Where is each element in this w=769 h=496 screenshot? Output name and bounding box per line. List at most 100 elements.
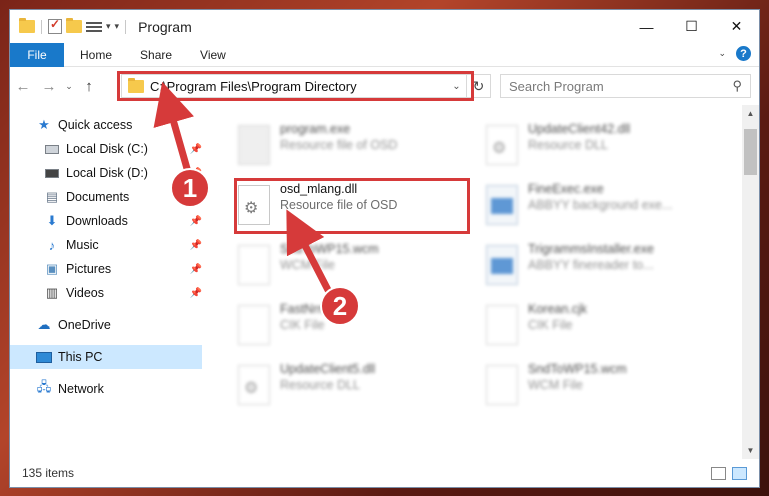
sidebar-item-onedrive[interactable]: ☁ OneDrive <box>10 313 206 337</box>
download-icon: ⬇ <box>46 213 58 228</box>
network-icon: 🖧 <box>36 379 52 394</box>
customize-toolbar-icon[interactable]: ▾ <box>115 21 120 32</box>
file-type: CIK File <box>280 318 325 332</box>
view-switcher <box>711 467 747 480</box>
file-item[interactable]: ⚙ UpdateClient42.dll Resource DLL <box>486 121 716 173</box>
window-controls: — ☐ ✕ <box>624 10 759 43</box>
file-name: FineExec.exe <box>528 182 604 196</box>
up-button[interactable]: ↑ <box>76 78 102 95</box>
title-bar: ▾ ▾ Program — ☐ ✕ <box>10 10 759 43</box>
file-icon <box>486 305 518 345</box>
file-item[interactable]: TrigrammsInstaller.exe ABBYY finereader t… <box>486 241 716 293</box>
search-input[interactable]: Search Program ⚲ <box>500 74 751 98</box>
documents-icon: ▤ <box>45 189 59 204</box>
tab-share[interactable]: Share <box>126 43 186 67</box>
file-item[interactable]: SndToWP15.wcm WCM File <box>486 361 716 413</box>
file-type: ABBYY finereader to... <box>528 258 654 272</box>
file-icon <box>486 365 518 405</box>
file-name: SndToWP15.wcm <box>280 242 379 256</box>
step-2-callout: 2 <box>320 286 360 326</box>
properties-check-icon[interactable] <box>48 17 62 34</box>
navigation-pane: ★ Quick access Local Disk (C:) 📌 Local D… <box>10 105 206 459</box>
drive-icon <box>44 142 60 156</box>
file-type: WCM File <box>528 378 583 392</box>
pin-icon[interactable]: 📌 <box>190 144 202 155</box>
body-area: ★ Quick access Local Disk (C:) 📌 Local D… <box>10 105 759 459</box>
chevron-down-icon[interactable]: ▾ <box>106 21 111 32</box>
pin-icon[interactable]: 📌 <box>190 288 202 299</box>
dll-file-icon: ⚙ <box>238 365 270 405</box>
help-icon[interactable]: ? <box>736 46 751 61</box>
file-name: program.exe <box>280 122 351 136</box>
scroll-up-icon[interactable]: ▲ <box>742 109 759 118</box>
sidebar-item-quick-access[interactable]: ★ Quick access <box>10 113 206 137</box>
close-button[interactable]: ✕ <box>714 10 759 43</box>
forward-button[interactable]: → <box>36 78 62 95</box>
window-title: Program <box>138 18 192 35</box>
divider <box>41 19 42 34</box>
file-name: Korean.cjk <box>528 302 588 316</box>
step-1-callout: 1 <box>170 168 210 208</box>
pin-icon[interactable]: 📌 <box>190 240 202 251</box>
sidebar-item-label: Videos <box>66 286 104 300</box>
pin-icon[interactable]: 📌 <box>190 264 202 275</box>
file-icon <box>238 305 270 345</box>
pictures-icon: ▣ <box>45 261 59 276</box>
new-folder-icon[interactable] <box>66 18 82 33</box>
back-button[interactable]: ← <box>10 78 36 95</box>
computer-icon <box>36 350 52 364</box>
sidebar-item-videos[interactable]: ▥ Videos 📌 <box>10 281 206 305</box>
expand-ribbon-icon[interactable]: ⌄ <box>718 48 726 59</box>
file-name: TrigrammsInstaller.exe <box>528 242 654 256</box>
sidebar-item-label: Music <box>66 238 99 252</box>
file-name: UpdateClient42.dll <box>528 122 631 136</box>
tab-view[interactable]: View <box>186 43 240 67</box>
file-type: Resource file of OSD <box>280 138 398 152</box>
maximize-button[interactable]: ☐ <box>669 10 714 43</box>
sidebar-item-label: Network <box>58 382 104 396</box>
file-type: Resource DLL <box>280 378 360 392</box>
pin-icon[interactable]: 📌 <box>190 216 202 227</box>
sidebar-item-label: Documents <box>66 190 130 204</box>
scrollbar-thumb[interactable] <box>744 129 757 175</box>
recent-locations-button[interactable]: ⌄ <box>62 81 76 92</box>
cloud-icon: ☁ <box>37 317 51 332</box>
file-type: CIK File <box>528 318 573 332</box>
star-icon: ★ <box>38 117 50 132</box>
file-item[interactable]: Korean.cjk CIK File <box>486 301 716 353</box>
file-item[interactable]: SndToWP15.wcm WCM File <box>238 241 468 293</box>
details-view-icon[interactable] <box>711 467 726 480</box>
sidebar-item-downloads[interactable]: ⬇ Downloads 📌 <box>10 209 206 233</box>
tab-home[interactable]: Home <box>66 43 126 67</box>
sidebar-item-music[interactable]: ♪ Music 📌 <box>10 233 206 257</box>
sidebar-item-label: Local Disk (D:) <box>66 166 148 180</box>
sidebar-item-label: Pictures <box>66 262 112 276</box>
divider <box>125 19 127 34</box>
dll-file-icon: ⚙ <box>486 125 518 165</box>
file-item[interactable]: ⚙ UpdateClient5.dll Resource DLL <box>238 361 468 413</box>
videos-icon: ▥ <box>45 285 59 300</box>
item-count: 135 items <box>22 466 75 480</box>
large-icons-view-icon[interactable] <box>732 467 747 480</box>
file-item[interactable]: program.exe Resource file of OSD <box>238 121 468 173</box>
minimize-button[interactable]: — <box>624 10 669 43</box>
program-file-icon <box>238 125 270 165</box>
quick-access-toolbar: ▾ ▾ <box>10 10 128 43</box>
music-icon: ♪ <box>48 237 56 253</box>
sidebar-item-this-pc[interactable]: This PC <box>10 345 202 369</box>
address-highlight-box <box>117 71 474 101</box>
sidebar-item-network[interactable]: 🖧 Network <box>10 377 206 401</box>
view-details-icon[interactable] <box>86 20 102 34</box>
scroll-down-icon[interactable]: ▼ <box>742 446 759 455</box>
file-item[interactable]: FineExec.exe ABBYY background exe... <box>486 181 716 233</box>
sidebar-item-local-disk-c[interactable]: Local Disk (C:) 📌 <box>10 137 206 161</box>
tab-file[interactable]: File <box>10 42 64 67</box>
sidebar-item-pictures[interactable]: ▣ Pictures 📌 <box>10 257 206 281</box>
sidebar-item-label: This PC <box>58 350 103 364</box>
status-bar: 135 items <box>10 459 759 487</box>
vertical-scrollbar[interactable]: ▲ ▼ <box>742 105 759 459</box>
file-type: ABBYY background exe... <box>528 198 673 212</box>
